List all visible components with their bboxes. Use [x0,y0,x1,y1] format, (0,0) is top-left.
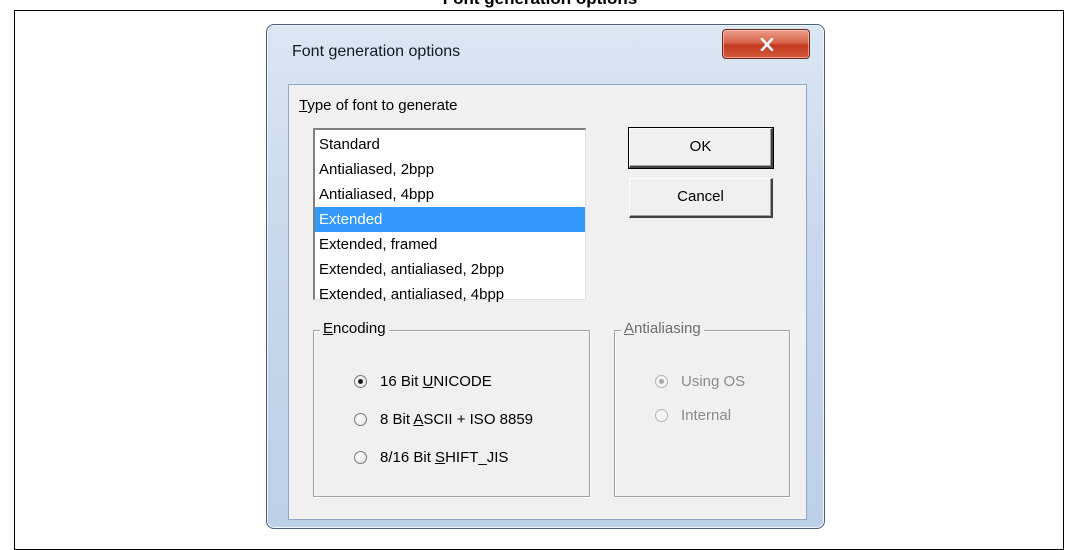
font-type-label: Type of font to generate [299,97,458,114]
close-x-icon [760,38,774,51]
list-item[interactable]: Extended, antialiased, 4bpp [315,282,585,307]
radio-button-checked-disabled [655,375,668,388]
radio-button[interactable] [354,413,367,426]
dialog-client-area: Type of font to generate Standard Antial… [288,84,807,520]
font-type-listbox[interactable]: Standard Antialiased, 2bpp Antialiased, … [313,128,586,303]
dialog-title: Font generation options [292,43,461,60]
radio-button-checked[interactable] [354,375,367,388]
radio-label: 16 Bit UNICODE [380,373,492,390]
radio-label: Internal [681,407,732,424]
radio-label: 8/16 Bit SHIFT_JIS [380,449,509,466]
list-item[interactable]: Antialiased, 2bpp [315,157,585,182]
ok-button[interactable]: OK [628,127,774,169]
encoding-group: Encoding 16 Bit UNICODE 8 Bit ASCII + IS… [313,320,590,497]
cancel-button[interactable]: Cancel [629,178,773,218]
list-item-selected[interactable]: Extended [315,207,585,232]
encoding-legend: Encoding [320,320,389,337]
antialiasing-group: Antialiasing Using OS Internal [614,320,790,497]
radio-button-disabled [655,409,668,422]
close-button[interactable] [722,29,810,59]
radio-button[interactable] [354,451,367,464]
font-options-dialog: Font generation options Type of font to … [266,24,825,529]
radio-label: Using OS [681,373,746,390]
list-item[interactable]: Antialiased, 4bpp [315,182,585,207]
radio-label: 8 Bit ASCII + ISO 8859 [380,411,534,428]
list-item[interactable]: Extended, antialiased, 2bpp [315,257,585,282]
list-item[interactable]: Extended, framed [315,232,585,257]
antialiasing-legend: Antialiasing [621,320,704,337]
list-item[interactable]: Standard [315,132,585,157]
